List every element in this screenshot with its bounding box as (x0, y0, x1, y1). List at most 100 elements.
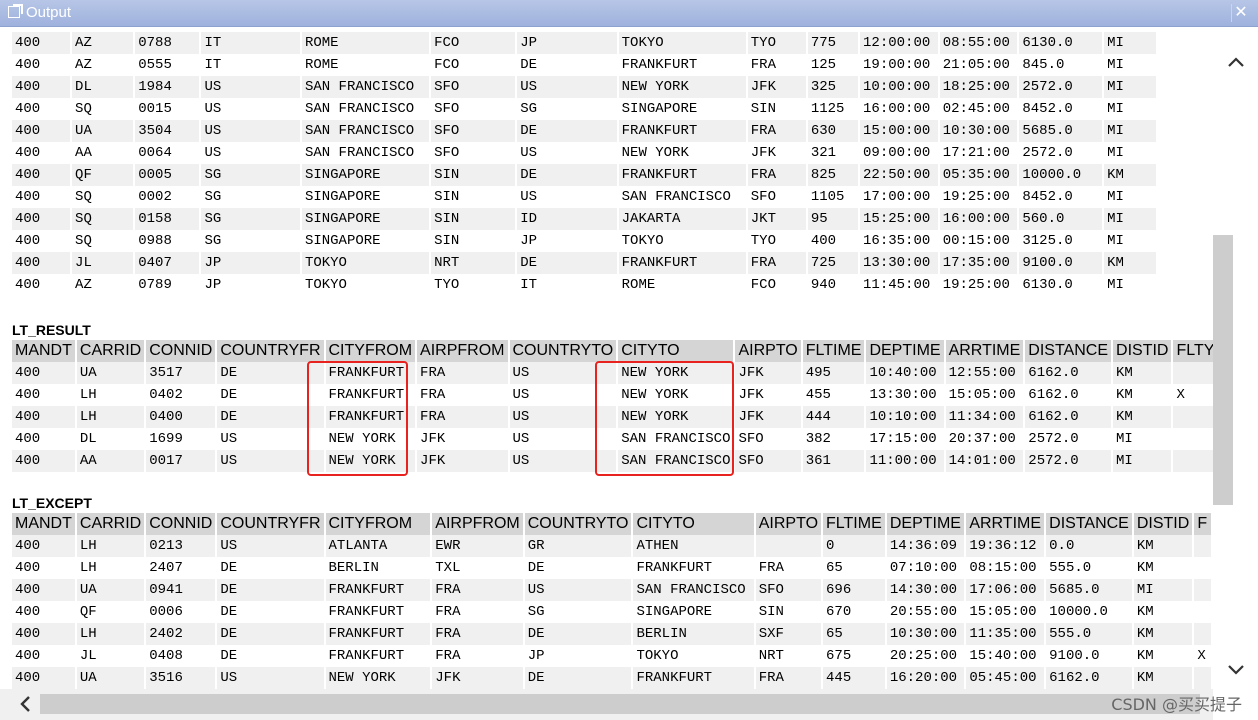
column-header[interactable]: FLTIME (801, 340, 867, 362)
vertical-scroll-thumb[interactable] (1213, 235, 1233, 505)
table-cell: SIN (430, 230, 518, 252)
column-header[interactable]: DISTID (1112, 340, 1174, 362)
column-header[interactable]: FLTYP (1172, 340, 1213, 362)
table-cell: JFK (416, 428, 510, 450)
table-cell: 0941 (145, 579, 218, 601)
table-cell: US (200, 76, 302, 98)
column-header[interactable]: CONNID (145, 513, 218, 535)
column-header[interactable]: DEPTIME (865, 340, 946, 362)
table-cell: 22:50:00 (859, 164, 940, 186)
table-cell: JP (200, 274, 302, 296)
table-cell: FRA (431, 601, 525, 623)
table-cell: X (1193, 645, 1213, 667)
vertical-scrollbar[interactable] (1213, 27, 1258, 689)
table-cell: SFO (746, 186, 808, 208)
table-cell: 10000.0 (1045, 601, 1134, 623)
column-header[interactable]: COUNTRYFR (216, 513, 326, 535)
table-cell (1193, 579, 1213, 601)
table-cell: 1699 (145, 428, 218, 450)
column-header[interactable]: AIRPTO (734, 340, 803, 362)
table-cell: 6162.0 (1024, 362, 1114, 384)
table-cell: US (200, 142, 302, 164)
output-window: Output ✕ 400 AZ 0788 IT ROME FCO JP TOKYO TYO 775… (0, 0, 1258, 720)
column-header[interactable]: CITYTO (617, 340, 736, 362)
table-cell: QF (75, 601, 147, 623)
column-header[interactable]: MANDT (12, 340, 77, 362)
table-cell: AA (71, 142, 136, 164)
table-cell: 0407 (134, 252, 202, 274)
chevron-down-icon[interactable] (1224, 657, 1248, 681)
column-header[interactable]: AIRPFROM (416, 340, 510, 362)
table-cell: FRANKFURT (324, 384, 418, 406)
table-cell: ID (516, 208, 619, 230)
table-cell: ROME (617, 274, 748, 296)
table-cell: DE (516, 54, 619, 76)
column-header[interactable]: CONNID (145, 340, 218, 362)
column-header[interactable]: DISTID (1132, 513, 1195, 535)
table-cell: 08:55:00 (938, 32, 1020, 54)
table-cell: 08:15:00 (965, 557, 1047, 579)
table-cell: 0015 (134, 98, 202, 120)
column-header[interactable]: DEPTIME (885, 513, 967, 535)
table-cell: DL (75, 428, 147, 450)
table-cell: LH (75, 535, 147, 557)
column-header[interactable]: CARRID (75, 340, 147, 362)
column-header[interactable]: DISTANCE (1024, 340, 1114, 362)
table-cell: 11:45:00 (859, 274, 940, 296)
table-cell: IT (516, 274, 619, 296)
column-header[interactable]: AIRPTO (754, 513, 824, 535)
output-icon (8, 6, 20, 18)
column-header[interactable]: CITYTO (632, 513, 756, 535)
horizontal-scroll-thumb[interactable] (40, 694, 1200, 714)
table-cell: DE (516, 164, 619, 186)
table-row: 400 QF 0005 SG SINGAPORE SIN DE FRANKFURT FRA 825… (12, 164, 1213, 186)
column-header[interactable]: ARRTIME (944, 340, 1026, 362)
table-cell: 14:01:00 (944, 450, 1026, 472)
close-button[interactable]: ✕ (1231, 4, 1250, 22)
table-cell: 20:55:00 (885, 601, 967, 623)
table-row: 400 LH 2407 DE BERLIN TXL DE FRANKFURT FRA 65 07:1… (12, 557, 1213, 579)
table-cell: 400 (12, 32, 73, 54)
column-header[interactable]: ARRTIME (965, 513, 1047, 535)
column-header[interactable]: MANDT (12, 513, 77, 535)
table-cell: 15:05:00 (944, 384, 1026, 406)
column-header[interactable]: COUNTRYTO (523, 513, 634, 535)
lt-result-table: MANDT CARRID CONNID COUNTRYFR CITYFROM AIRPFR… (12, 340, 1213, 472)
table-cell: US (508, 384, 619, 406)
table-cell: MI (1103, 142, 1158, 164)
column-header[interactable]: CITYFROM (324, 340, 418, 362)
table-cell: 0408 (145, 645, 218, 667)
table-cell: 0402 (145, 384, 218, 406)
column-header[interactable]: AIRPFROM (431, 513, 525, 535)
column-header[interactable]: COUNTRYTO (508, 340, 619, 362)
table-cell: DE (523, 623, 634, 645)
table-cell: US (508, 362, 619, 384)
table-cell: LH (75, 406, 147, 428)
table-cell: 382 (801, 428, 867, 450)
column-header[interactable]: COUNTRYFR (216, 340, 326, 362)
table-cell: 940 (806, 274, 861, 296)
chevron-left-icon[interactable] (14, 693, 38, 715)
table-cell: 10:30:00 (938, 120, 1020, 142)
column-header[interactable]: CITYFROM (324, 513, 433, 535)
table-cell: ROME (300, 32, 432, 54)
table-cell: 6130.0 (1018, 32, 1105, 54)
column-header[interactable]: FLTIME (822, 513, 887, 535)
table-cell: 445 (822, 667, 887, 689)
top-data-table: 400 AZ 0788 IT ROME FCO JP TOKYO TYO 775 12:00:00 0… (12, 32, 1213, 296)
table-cell: JAKARTA (617, 208, 748, 230)
chevron-up-icon[interactable] (1224, 51, 1248, 75)
table-cell: FRA (416, 384, 510, 406)
table-cell: SIN (430, 186, 518, 208)
table-cell: 0002 (134, 186, 202, 208)
table-header-row: MANDT CARRID CONNID COUNTRYFR CITYFROM AIRPFR… (12, 340, 1213, 362)
column-header[interactable]: DISTANCE (1045, 513, 1134, 535)
table-cell: 07:10:00 (885, 557, 967, 579)
table-cell: KM (1132, 623, 1195, 645)
table-cell: JFK (746, 76, 808, 98)
table-cell: 400 (12, 557, 77, 579)
column-header[interactable]: CARRID (75, 513, 147, 535)
watermark: CSDN @买买提子 (1111, 695, 1242, 714)
column-header[interactable]: F (1193, 513, 1213, 535)
horizontal-scrollbar[interactable] (0, 689, 1213, 720)
